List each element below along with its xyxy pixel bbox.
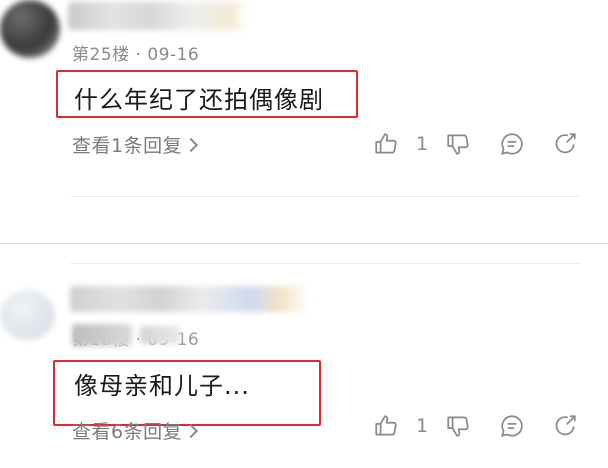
username-blurred[interactable] — [68, 2, 248, 30]
share-icon[interactable] — [552, 131, 578, 157]
divider — [70, 196, 580, 197]
comment-text: 什么年纪了还拍偶像剧 — [74, 86, 324, 114]
comment-text: 像母亲和儿子... — [74, 372, 250, 400]
comment-bubble-icon[interactable] — [499, 131, 525, 157]
like-count: 1 — [416, 133, 429, 155]
view-replies-link[interactable]: 查看1条回复 — [72, 131, 199, 158]
view-replies-label: 查看1条回复 — [72, 135, 183, 157]
username-blurred[interactable] — [70, 286, 310, 312]
avatar[interactable] — [0, 290, 55, 340]
thumbs-down-icon[interactable] — [445, 413, 471, 439]
thumbs-down-icon[interactable] — [445, 131, 471, 157]
thumbs-up-icon[interactable] — [373, 131, 399, 157]
date-blur-overlay — [140, 326, 180, 344]
like-count: 1 — [416, 415, 429, 437]
chevron-right-icon — [184, 137, 199, 152]
comment-bubble-icon[interactable] — [499, 413, 525, 439]
section-separator — [0, 243, 608, 244]
thumbs-up-icon[interactable] — [373, 413, 399, 439]
floor-blur-overlay — [72, 324, 132, 346]
share-icon[interactable] — [552, 413, 578, 439]
view-replies-link[interactable]: 查看6条回复 — [72, 417, 199, 444]
comment-floor-date: 第25楼 · 09-16 — [72, 45, 200, 65]
chevron-right-icon — [184, 423, 199, 438]
divider — [70, 263, 580, 264]
avatar[interactable] — [0, 0, 60, 58]
view-replies-label: 查看6条回复 — [72, 421, 183, 443]
